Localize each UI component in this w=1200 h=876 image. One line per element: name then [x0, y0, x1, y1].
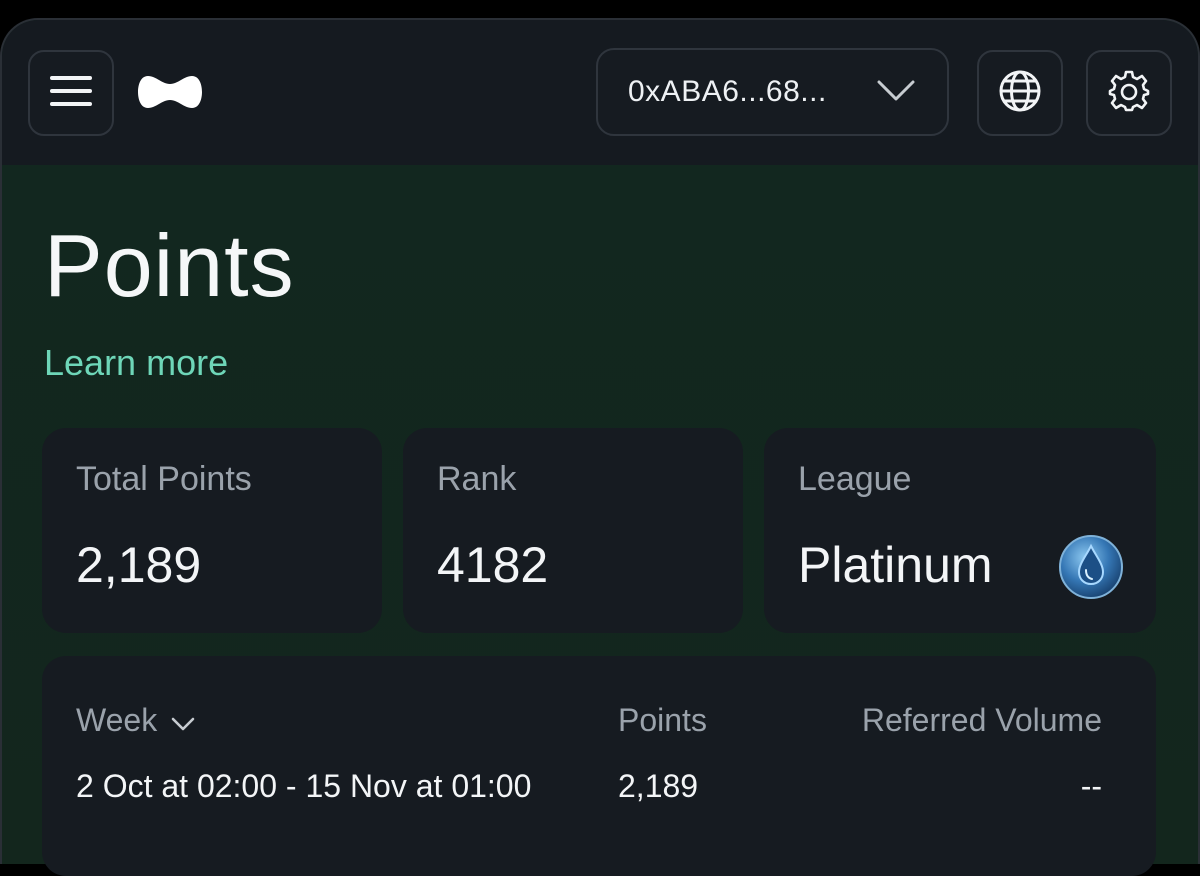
week-column-header: Week: [76, 702, 158, 738]
menu-icon: [50, 75, 92, 111]
water-drop-icon: [1058, 534, 1124, 600]
rank-label: Rank: [437, 460, 517, 498]
wallet-address: 0xABA6...68...: [628, 75, 827, 108]
top-bar: 0xABA6...68...: [2, 20, 1198, 165]
chevron-down-icon: [171, 704, 195, 736]
total-points-label: Total Points: [76, 460, 252, 498]
league-card: League Platinum: [764, 428, 1156, 633]
page-title: Points: [44, 216, 295, 315]
week-filter-dropdown[interactable]: Week: [76, 704, 195, 736]
points-cell: 2,189: [618, 768, 699, 804]
globe-icon: [998, 69, 1042, 118]
referred-volume-column-header: Referred Volume: [861, 702, 1102, 738]
learn-more-link[interactable]: Learn more: [44, 345, 228, 381]
week-cell: 2 Oct at 02:00 - 15 Nov at 01:00: [76, 768, 532, 804]
menu-button[interactable]: [28, 50, 114, 136]
league-label: League: [798, 460, 912, 498]
wallet-selector[interactable]: 0xABA6...68...: [596, 48, 949, 136]
total-points-value: 2,189: [76, 537, 202, 593]
referred-volume-cell: --: [1080, 768, 1102, 804]
gear-icon: [1107, 69, 1151, 118]
settings-button[interactable]: [1086, 50, 1172, 136]
league-value: Platinum: [798, 537, 993, 593]
app-logo[interactable]: [138, 72, 202, 112]
rank-card: Rank 4182: [403, 428, 743, 633]
language-button[interactable]: [977, 50, 1063, 136]
points-history-table: Week Points Referred Volume 2 Oct at 02:…: [42, 656, 1156, 876]
total-points-card: Total Points 2,189: [42, 428, 382, 633]
points-column-header: Points: [618, 702, 707, 738]
chevron-down-icon: [877, 80, 915, 107]
rank-value: 4182: [437, 537, 549, 593]
